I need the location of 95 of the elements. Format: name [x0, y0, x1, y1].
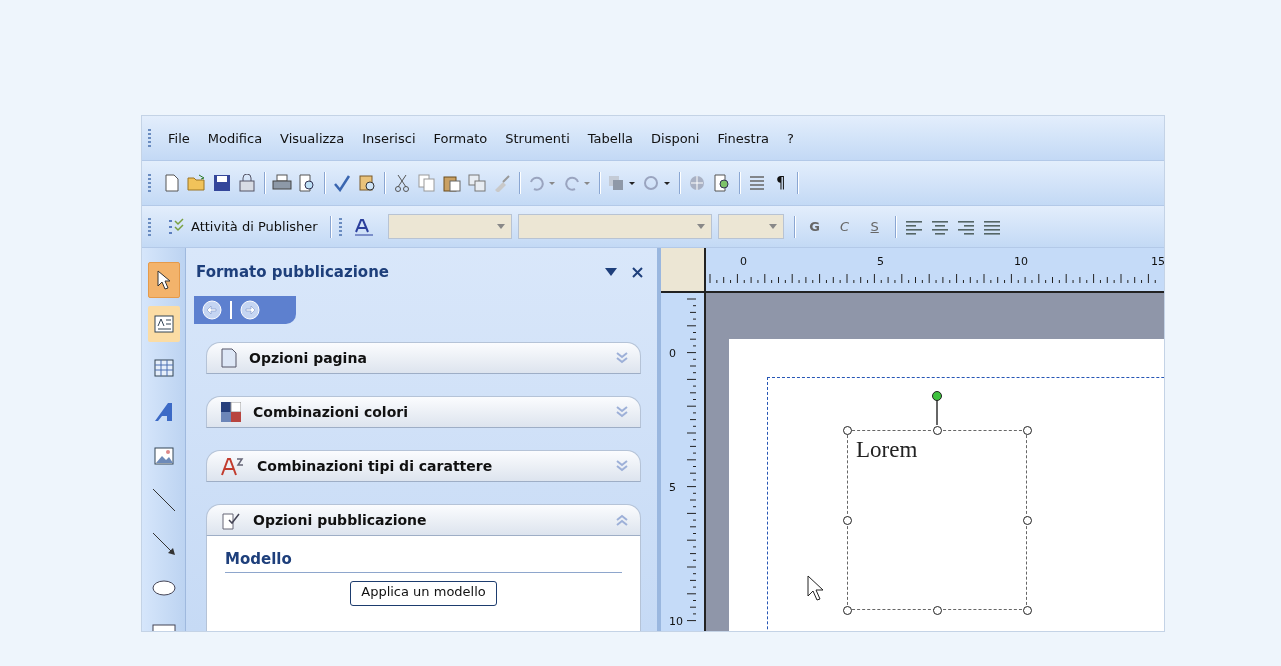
menu-item[interactable]: Modifica — [198, 127, 272, 149]
line-icon — [151, 488, 176, 512]
chevron-down-icon — [616, 352, 628, 364]
section-title: Opzioni pubblicazione — [253, 512, 428, 528]
dropdown-icon — [768, 224, 777, 229]
format-button[interactable]: G — [800, 216, 829, 237]
dropdown-icon — [696, 224, 705, 229]
toolbar-grip[interactable] — [148, 129, 151, 147]
resize-handle[interactable] — [843, 606, 852, 615]
resize-handle[interactable] — [843, 516, 852, 525]
menu-item[interactable]: Disponi — [642, 127, 709, 149]
section-title: Opzioni pagina — [249, 350, 368, 366]
open-icon — [187, 174, 207, 192]
colors-icon — [221, 402, 241, 422]
page-icon — [221, 348, 237, 368]
save-icon — [213, 174, 231, 192]
spell-icon — [333, 174, 351, 192]
menu-item[interactable]: File — [159, 127, 199, 149]
section-header[interactable]: Combinazioni colori — [206, 396, 641, 428]
toolbar-grip[interactable] — [338, 217, 342, 236]
menu-item[interactable]: ? — [778, 127, 803, 149]
oval-icon — [151, 580, 176, 596]
rotation-handle[interactable] — [932, 391, 942, 427]
back-icon — [202, 300, 222, 320]
ruler-label: 0 — [740, 256, 747, 267]
align-right-icon — [956, 218, 975, 235]
ruler-label: 15 — [1151, 256, 1164, 267]
print-icon — [272, 174, 292, 192]
resize-handle[interactable] — [843, 426, 852, 435]
ruler-label: 10 — [669, 616, 683, 627]
publication-icon — [221, 510, 241, 530]
dropdown-icon — [496, 224, 505, 229]
menu-item[interactable]: Finestra — [708, 127, 779, 149]
menu-item[interactable]: Strumenti — [496, 127, 579, 149]
menu-item[interactable]: Formato — [424, 127, 497, 149]
align-center-icon — [930, 218, 949, 235]
ruler-label: 5 — [669, 482, 676, 493]
menu-item[interactable]: Tabella — [578, 127, 642, 149]
wordart-icon — [153, 401, 174, 423]
resize-handle[interactable] — [1023, 606, 1032, 615]
preview-icon — [298, 174, 316, 192]
cut-icon — [394, 174, 410, 192]
textbox-icon — [153, 315, 174, 333]
chevron-down-icon — [616, 460, 628, 472]
columns-icon — [749, 175, 765, 191]
pane-menu-icon — [605, 268, 617, 276]
format-button[interactable]: C — [830, 216, 859, 237]
mouse-pointer-icon — [807, 575, 825, 601]
redo-icon — [563, 174, 591, 192]
pane-title: Formato pubblicazione — [196, 263, 390, 281]
ruler-label: 5 — [877, 256, 884, 267]
section-heading: Modello — [225, 550, 622, 573]
table-icon — [153, 359, 174, 377]
close-icon — [631, 266, 643, 278]
arrow-icon — [151, 532, 176, 556]
forward-icon — [240, 300, 260, 320]
pointer-icon — [155, 270, 172, 290]
zoom-icon — [713, 174, 731, 192]
justify-icon — [982, 218, 1001, 235]
new-icon — [164, 174, 180, 192]
brush-icon — [493, 174, 511, 192]
fonts-icon — [221, 456, 245, 476]
resize-handle[interactable] — [1023, 516, 1032, 525]
toolbar-grip[interactable] — [148, 174, 151, 192]
text-box-text: Lorem — [856, 437, 918, 462]
format-button[interactable]: S — [860, 216, 889, 237]
menu-item[interactable]: Visualizza — [271, 127, 354, 149]
section-title: Combinazioni tipi di carattere — [257, 458, 494, 474]
section-header[interactable]: Combinazioni tipi di carattere — [206, 450, 641, 482]
align-left-icon — [904, 218, 923, 235]
clone-icon — [468, 174, 486, 192]
resize-handle[interactable] — [1023, 426, 1032, 435]
toolbar-grip[interactable] — [148, 217, 151, 236]
resize-handle[interactable] — [933, 606, 942, 615]
styles-icon — [353, 217, 374, 236]
ruler-label: 10 — [1014, 256, 1028, 267]
resize-handle[interactable] — [933, 426, 942, 435]
section-title: Combinazioni colori — [253, 404, 409, 420]
picture-icon — [153, 447, 174, 465]
chevron-up-icon — [616, 514, 628, 526]
ruler-label: 0 — [669, 348, 676, 359]
chevron-down-icon — [616, 406, 628, 418]
permission-icon — [238, 174, 256, 192]
copy-icon — [418, 174, 436, 192]
tool-button[interactable] — [147, 262, 180, 298]
section-header[interactable]: Opzioni pubblicazione — [206, 504, 641, 536]
tasks-icon — [167, 217, 185, 236]
show-marks-button[interactable]: ¶ — [770, 171, 792, 195]
group-icon — [608, 174, 636, 192]
undo-icon — [528, 174, 556, 192]
tasks-button[interactable]: Attività di Publisher — [161, 214, 324, 239]
section-header[interactable]: Opzioni pagina — [206, 342, 641, 374]
menu-item[interactable]: Inserisci — [353, 127, 425, 149]
apply-template-button[interactable]: Applica un modello — [350, 581, 497, 606]
paste-icon — [443, 174, 461, 192]
